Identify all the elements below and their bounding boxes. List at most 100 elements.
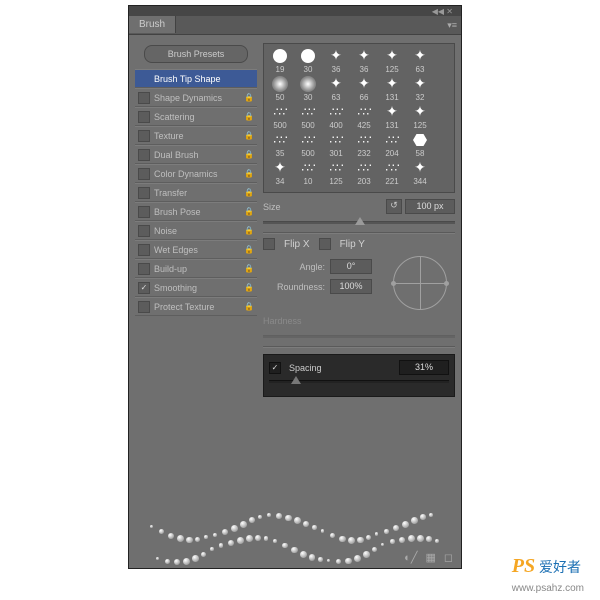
spacing-slider[interactable] bbox=[269, 375, 449, 387]
panel-menu-icon[interactable]: ▾≡ bbox=[447, 20, 457, 31]
flip-y-checkbox[interactable] bbox=[319, 238, 331, 250]
option-label: Scattering bbox=[154, 112, 244, 122]
flip-x-checkbox[interactable] bbox=[263, 238, 275, 250]
option-build-up[interactable]: Build-up🔒 bbox=[135, 259, 257, 278]
brush-thumb[interactable]: ✦344 bbox=[406, 160, 434, 186]
roundness-label: Roundness: bbox=[263, 282, 325, 292]
brush-thumb[interactable]: ∴∵500 bbox=[294, 132, 322, 158]
roundness-value[interactable]: 100% bbox=[330, 279, 372, 294]
option-checkbox[interactable] bbox=[138, 263, 150, 275]
brush-thumb[interactable]: 30 bbox=[294, 48, 322, 74]
brush-thumb[interactable]: ∴∵500 bbox=[266, 104, 294, 130]
option-wet-edges[interactable]: Wet Edges🔒 bbox=[135, 240, 257, 259]
option-brush-tip-shape[interactable]: Brush Tip Shape bbox=[135, 69, 257, 88]
panel-topbar[interactable]: ◀◀ ✕ bbox=[129, 6, 461, 16]
option-protect-texture[interactable]: Protect Texture🔒 bbox=[135, 297, 257, 316]
option-checkbox[interactable] bbox=[138, 168, 150, 180]
brush-thumb[interactable]: 58 bbox=[406, 132, 434, 158]
lock-icon[interactable]: 🔒 bbox=[244, 131, 254, 140]
new-icon[interactable]: ◻ bbox=[444, 551, 453, 564]
spacing-label: Spacing bbox=[289, 363, 399, 373]
brush-thumb[interactable]: ✦34 bbox=[266, 160, 294, 186]
tab-brush[interactable]: Brush bbox=[129, 16, 176, 33]
brush-thumb[interactable]: ✦125 bbox=[406, 104, 434, 130]
brush-thumb[interactable]: ✦63 bbox=[322, 76, 350, 102]
brush-thumb[interactable]: ✦36 bbox=[350, 48, 378, 74]
option-checkbox[interactable] bbox=[138, 130, 150, 142]
brush-thumb[interactable]: 19 bbox=[266, 48, 294, 74]
lock-icon[interactable]: 🔒 bbox=[244, 188, 254, 197]
brush-thumb[interactable]: 30 bbox=[294, 76, 322, 102]
flip-y-label: Flip Y bbox=[340, 239, 365, 250]
toggle-icon[interactable]: ◐╱ bbox=[404, 551, 417, 564]
option-checkbox[interactable] bbox=[138, 225, 150, 237]
option-color-dynamics[interactable]: Color Dynamics🔒 bbox=[135, 164, 257, 183]
size-value[interactable]: 100 px bbox=[405, 199, 455, 214]
brush-thumb[interactable]: ∴∵232 bbox=[350, 132, 378, 158]
option-checkbox[interactable] bbox=[138, 244, 150, 256]
hardness-slider bbox=[263, 330, 455, 342]
brush-thumb[interactable]: ✦32 bbox=[406, 76, 434, 102]
option-checkbox[interactable] bbox=[138, 149, 150, 161]
option-checkbox[interactable] bbox=[138, 92, 150, 104]
lock-icon[interactable]: 🔒 bbox=[244, 264, 254, 273]
brush-thumb[interactable]: ✦131 bbox=[378, 76, 406, 102]
brush-thumb[interactable]: ∴∵203 bbox=[350, 160, 378, 186]
option-checkbox[interactable] bbox=[138, 187, 150, 199]
brush-thumb[interactable]: ∴∵425 bbox=[350, 104, 378, 130]
brush-thumb[interactable]: ✦125 bbox=[378, 48, 406, 74]
option-label: Brush Tip Shape bbox=[154, 74, 254, 84]
brush-thumb[interactable]: ∴∵301 bbox=[322, 132, 350, 158]
lock-icon[interactable]: 🔒 bbox=[244, 207, 254, 216]
option-scattering[interactable]: Scattering🔒 bbox=[135, 107, 257, 126]
spacing-checkbox[interactable]: ✓ bbox=[269, 362, 281, 374]
brush-thumb[interactable]: ∴∵125 bbox=[322, 160, 350, 186]
option-label: Transfer bbox=[154, 188, 244, 198]
size-slider[interactable] bbox=[263, 216, 455, 228]
options-list: Brush Presets Brush Tip Shape Shape Dynam… bbox=[135, 43, 257, 397]
option-dual-brush[interactable]: Dual Brush🔒 bbox=[135, 145, 257, 164]
reset-size-icon[interactable]: ↺ bbox=[386, 199, 402, 214]
lock-icon[interactable]: 🔒 bbox=[244, 245, 254, 254]
option-texture[interactable]: Texture🔒 bbox=[135, 126, 257, 145]
brush-thumb[interactable]: ∴∵400 bbox=[322, 104, 350, 130]
brush-thumb[interactable]: ✦131 bbox=[378, 104, 406, 130]
option-label: Build-up bbox=[154, 264, 244, 274]
brush-thumb[interactable]: ∴∵35 bbox=[266, 132, 294, 158]
lock-icon[interactable]: 🔒 bbox=[244, 169, 254, 178]
option-noise[interactable]: Noise🔒 bbox=[135, 221, 257, 240]
panel-footer-icons[interactable]: ◐╱ ▦ ◻ bbox=[404, 551, 453, 564]
angle-roundness-control[interactable] bbox=[393, 256, 447, 310]
option-transfer[interactable]: Transfer🔒 bbox=[135, 183, 257, 202]
brush-thumb[interactable]: ✦36 bbox=[322, 48, 350, 74]
brush-thumb[interactable]: ∴∵500 bbox=[294, 104, 322, 130]
hardness-label: Hardness bbox=[263, 316, 455, 326]
brush-thumb[interactable]: 50 bbox=[266, 76, 294, 102]
option-checkbox[interactable] bbox=[138, 206, 150, 218]
grid-icon[interactable]: ▦ bbox=[425, 551, 435, 564]
brush-presets-button[interactable]: Brush Presets bbox=[144, 45, 248, 63]
option-checkbox[interactable]: ✓ bbox=[138, 282, 150, 294]
option-label: Texture bbox=[154, 131, 244, 141]
brush-thumbnail-grid[interactable]: 1930✦36✦36✦125✦635030✦63✦66✦131✦32∴∵500∴… bbox=[263, 43, 455, 193]
brush-thumb[interactable]: ✦66 bbox=[350, 76, 378, 102]
option-checkbox[interactable] bbox=[138, 111, 150, 123]
spacing-section: ✓ Spacing 31% bbox=[263, 354, 455, 397]
lock-icon[interactable]: 🔒 bbox=[244, 283, 254, 292]
spacing-value[interactable]: 31% bbox=[399, 360, 449, 375]
lock-icon[interactable]: 🔒 bbox=[244, 112, 254, 121]
angle-value[interactable]: 0° bbox=[330, 259, 372, 274]
lock-icon[interactable]: 🔒 bbox=[244, 226, 254, 235]
lock-icon[interactable]: 🔒 bbox=[244, 93, 254, 102]
brush-thumb[interactable]: ∴∵204 bbox=[378, 132, 406, 158]
lock-icon[interactable]: 🔒 bbox=[244, 150, 254, 159]
option-shape-dynamics[interactable]: Shape Dynamics🔒 bbox=[135, 88, 257, 107]
lock-icon[interactable]: 🔒 bbox=[244, 302, 254, 311]
option-label: Color Dynamics bbox=[154, 169, 244, 179]
brush-thumb[interactable]: ∴∵221 bbox=[378, 160, 406, 186]
option-smoothing[interactable]: ✓Smoothing🔒 bbox=[135, 278, 257, 297]
brush-thumb[interactable]: ∴∵10 bbox=[294, 160, 322, 186]
brush-thumb[interactable]: ✦63 bbox=[406, 48, 434, 74]
option-checkbox[interactable] bbox=[138, 301, 150, 313]
option-brush-pose[interactable]: Brush Pose🔒 bbox=[135, 202, 257, 221]
